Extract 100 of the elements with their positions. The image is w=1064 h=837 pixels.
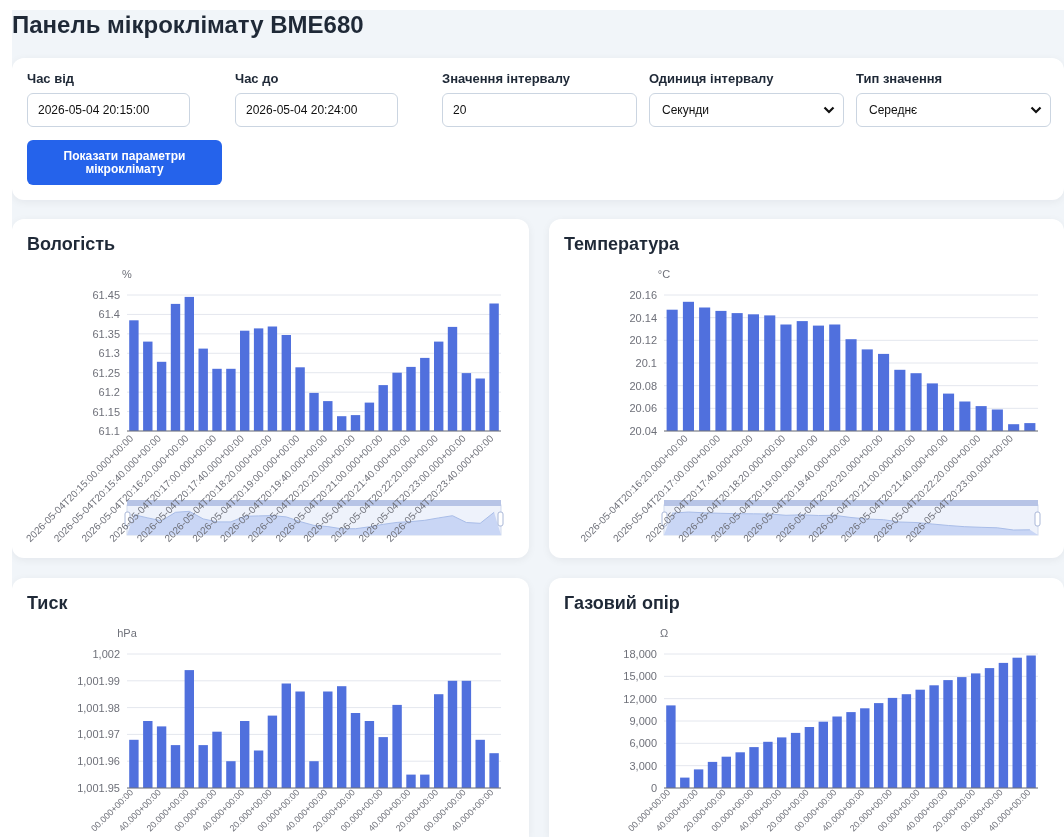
bar xyxy=(943,393,955,431)
bar xyxy=(253,750,264,788)
bar xyxy=(406,366,416,431)
axis-label: 61.25 xyxy=(92,366,120,379)
axis-label: 61.15 xyxy=(92,405,120,418)
axis-label: 0 xyxy=(650,782,657,794)
bar xyxy=(420,774,430,788)
bar xyxy=(763,741,773,788)
axis-label: 6,000 xyxy=(629,737,657,750)
bar xyxy=(707,761,718,788)
bar xyxy=(991,409,1003,431)
bar xyxy=(156,361,167,431)
input-field[interactable]: 2026-05-04 20:15:00 xyxy=(27,93,190,127)
axis-title: % xyxy=(122,268,132,280)
field-label: Значення інтервалу xyxy=(442,71,570,87)
bar xyxy=(226,761,236,788)
axis-label: 61.3 xyxy=(98,347,120,360)
axis-label: 9,000 xyxy=(629,715,657,727)
field-label: Час від xyxy=(27,71,75,87)
bar xyxy=(777,737,787,788)
bar xyxy=(894,369,906,431)
bar xyxy=(170,745,181,788)
chart-title: Вологість xyxy=(27,233,116,255)
dropdown[interactable]: Секунди xyxy=(649,93,844,127)
bar xyxy=(378,385,388,431)
axis-title: °C xyxy=(657,268,671,280)
bar xyxy=(749,747,759,788)
bar xyxy=(323,401,333,431)
axis-title: Ω xyxy=(659,627,669,639)
bar xyxy=(309,392,319,431)
bar xyxy=(143,721,153,788)
axis-label: 20.08 xyxy=(629,379,657,392)
axis-label: 20.04 xyxy=(629,425,657,437)
bar xyxy=(910,373,922,431)
bar xyxy=(295,367,305,431)
bar xyxy=(156,726,167,788)
bar xyxy=(475,739,485,788)
bar xyxy=(129,739,139,788)
axis-label: 18,000 xyxy=(623,648,657,660)
chart-title: Тиск xyxy=(27,592,68,614)
field-label: Тип значення xyxy=(856,71,943,87)
bar xyxy=(337,416,347,431)
axis-label: 20.16 xyxy=(629,289,657,301)
bar xyxy=(804,727,815,788)
axis-label: 3,000 xyxy=(629,759,657,772)
bar xyxy=(475,378,485,431)
input-field[interactable]: 2026-05-04 20:24:00 xyxy=(235,93,398,127)
bar xyxy=(721,756,731,788)
axis-label: 1,001.99 xyxy=(77,674,120,687)
bar xyxy=(212,731,222,788)
bar xyxy=(975,406,987,431)
axis-label: 61.45 xyxy=(92,289,120,301)
bar xyxy=(1008,424,1020,431)
page-title: Панель мікроклімату BME680 xyxy=(12,10,365,39)
bar xyxy=(959,401,971,431)
bar xyxy=(693,769,704,788)
axis-label: 1,001.98 xyxy=(77,701,120,714)
axis-label: 61.1 xyxy=(98,425,120,437)
bar xyxy=(926,383,938,431)
axis-label: 1,001.96 xyxy=(77,755,120,768)
bar xyxy=(489,753,499,788)
submit-button[interactable]: Показати параметри мікроклімату xyxy=(27,140,222,185)
bar xyxy=(790,732,801,788)
chevron-icon xyxy=(1030,106,1042,114)
bar xyxy=(378,737,388,788)
axis-label: 12,000 xyxy=(623,692,657,705)
bar xyxy=(364,402,375,431)
axis-label: 20.1 xyxy=(635,357,657,369)
chart-title: Газовий опір xyxy=(564,592,680,614)
bar xyxy=(735,752,745,788)
axis-label: 61.4 xyxy=(98,308,120,321)
bar xyxy=(309,761,319,788)
input-field[interactable]: 20 xyxy=(442,93,637,127)
axis-label: 20.14 xyxy=(629,311,657,324)
chart-title: Температура xyxy=(564,233,680,255)
bar xyxy=(680,777,690,788)
axis-label: 20.12 xyxy=(629,334,657,347)
field-label: Час до xyxy=(235,71,279,87)
axis-label: 1,001.97 xyxy=(77,728,120,741)
axis-label: 61.2 xyxy=(98,386,120,399)
dropdown[interactable]: Середнє xyxy=(856,93,1051,127)
bar xyxy=(364,721,375,788)
field-label: Одиниця інтервалу xyxy=(649,71,774,87)
bar xyxy=(392,372,402,431)
bar xyxy=(240,721,250,788)
bar xyxy=(832,716,842,788)
bar xyxy=(350,415,361,431)
axis-label: 1,002 xyxy=(92,648,120,660)
bar xyxy=(461,373,472,431)
bar xyxy=(818,721,828,788)
bar xyxy=(212,368,222,431)
chevron-icon xyxy=(823,106,835,114)
bar xyxy=(406,774,416,788)
bar xyxy=(226,368,236,431)
bar xyxy=(198,745,208,788)
axis-label: 20.06 xyxy=(629,402,657,415)
axis-title: hPa xyxy=(117,627,137,639)
axis-label: 61.35 xyxy=(92,327,120,340)
axis-label: 15,000 xyxy=(623,670,657,683)
bar xyxy=(1024,423,1036,431)
